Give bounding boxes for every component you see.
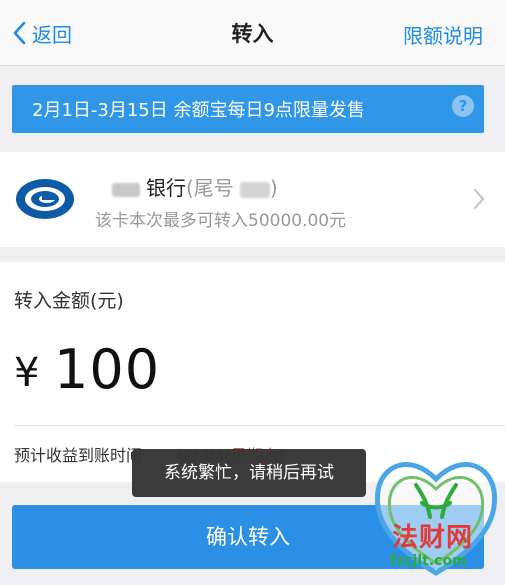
amount-input[interactable]: 100 — [54, 338, 160, 401]
toast-message: 系统繁忙，请稍后再试 — [132, 449, 366, 497]
card-limit-text: 该卡本次最多可转入50000.00元 — [95, 211, 347, 231]
watermark-url: fzcjlt.com — [390, 553, 467, 569]
watermark-logo: 法财网 fzcjlt.com — [370, 445, 502, 581]
watermark-title: 法财网 — [392, 523, 474, 553]
bank-card-selector[interactable]: 银行(尾号) 该卡本次最多可转入50000.00元 — [0, 152, 505, 247]
nav-bar: 返回 转入 限额说明 — [0, 0, 505, 66]
help-icon[interactable]: ? — [452, 95, 474, 117]
promo-banner: 2月1日-3月15日 余额宝每日9点限量发售 ? — [12, 85, 484, 133]
eta-label: 预计收益到账时间 — [14, 446, 143, 465]
card-tail-close: ) — [269, 176, 278, 200]
masked-card-tail — [239, 181, 270, 198]
limit-info-link[interactable]: 限额说明 — [403, 20, 483, 49]
bank-name: 银行(尾号) — [112, 172, 278, 201]
amount-label: 转入金额(元) — [14, 290, 124, 312]
card-tail-label: (尾号 — [186, 176, 234, 200]
promo-text: 2月1日-3月15日 余额宝每日9点限量发售 — [32, 100, 365, 121]
masked-bank-prefix — [112, 182, 140, 197]
chevron-right-icon — [473, 188, 485, 210]
currency-symbol: ¥ — [14, 350, 40, 396]
bank-name-label: 银行 — [146, 176, 186, 200]
bank-logo-icon — [16, 179, 74, 219]
divider — [14, 425, 505, 426]
